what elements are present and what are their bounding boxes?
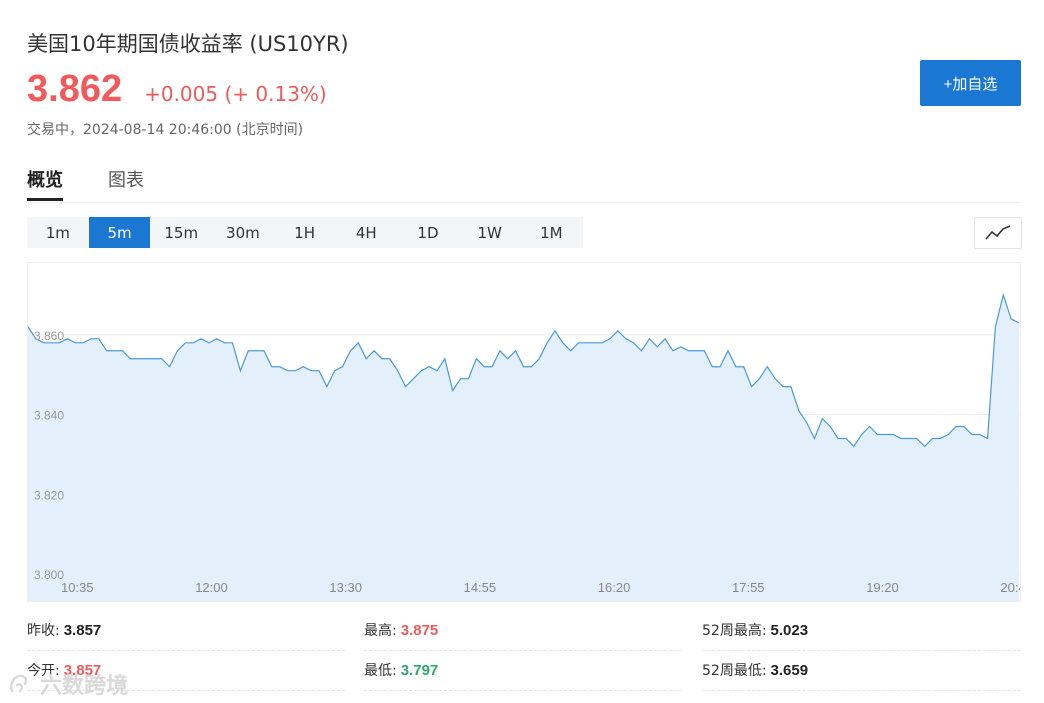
x-tick-label: 12:00	[195, 580, 228, 595]
stat-prev-close: 昨收: 3.857	[27, 620, 101, 640]
y-tick-label: 3.840	[34, 409, 64, 423]
stat-high-label: 最高:	[364, 623, 397, 639]
stat-low52-value: 3.659	[770, 661, 809, 679]
y-tick-label: 3.820	[34, 488, 64, 502]
stat-low52-label: 52周最低:	[702, 663, 767, 679]
line-chart-icon	[985, 225, 1011, 240]
page-title: 美国10年期国债收益率 (US10YR)	[27, 32, 349, 56]
stat-low52: 52周最低: 3.659	[702, 660, 808, 680]
x-tick-label: 10:35	[61, 580, 94, 595]
price-chart-svg: 3.800 3.820 3.840 3.860 10:35 12:00 13:30 14:5…	[27, 292, 1026, 601]
interval-1mo[interactable]: 1M	[521, 217, 583, 248]
divider	[702, 650, 1021, 651]
interval-1m[interactable]: 1m	[27, 217, 89, 248]
x-tick-label: 16:20	[598, 580, 631, 595]
x-tick-label: 20:4	[1000, 580, 1020, 595]
watermark-logo-icon	[10, 674, 28, 693]
stat-prev-close-label: 昨收:	[27, 623, 60, 639]
stat-low-label: 最低:	[364, 663, 397, 679]
price-chart: 3.800 3.820 3.840 3.860 10:35 12:00 13:30 14:5…	[27, 262, 1026, 602]
interval-1h[interactable]: 1H	[274, 217, 336, 248]
stat-low-value: 3.797	[400, 661, 439, 679]
interval-30m[interactable]: 30m	[212, 217, 274, 248]
price-row: 3.862 +0.005 (+ 0.13%)	[27, 68, 327, 111]
interval-selector: 1m 5m 15m 30m 1H 4H 1D 1W 1M	[27, 217, 583, 248]
chart-type-button[interactable]	[974, 217, 1022, 249]
interval-1w[interactable]: 1W	[459, 217, 521, 248]
watermark-text: 六数跨境	[40, 674, 129, 699]
divider	[702, 690, 1021, 691]
x-tick-label: 17:55	[732, 580, 765, 595]
interval-4h[interactable]: 4H	[335, 217, 397, 248]
trading-status: 交易中，2024-08-14 20:46:00 (北京时间)	[27, 122, 304, 138]
divider	[364, 650, 682, 651]
stat-high-value: 3.875	[400, 621, 439, 639]
interval-15m[interactable]: 15m	[150, 217, 212, 248]
tab-overview[interactable]: 概览	[27, 166, 63, 192]
interval-1d[interactable]: 1D	[397, 217, 459, 248]
divider	[364, 690, 682, 691]
add-watchlist-button[interactable]: +加自选	[920, 60, 1021, 106]
x-tick-label: 19:20	[866, 580, 899, 595]
watermark: 六数跨境	[8, 668, 128, 700]
y-tick-label: 3.800	[34, 568, 64, 582]
tab-bar: 概览 图表	[27, 158, 1021, 203]
stat-low: 最低: 3.797	[364, 660, 438, 680]
divider	[27, 650, 345, 651]
price-change: +0.005 (+ 0.13%)	[144, 82, 327, 106]
stat-high52: 52周最高: 5.023	[702, 620, 808, 640]
x-tick-label: 14:55	[464, 580, 497, 595]
stat-high52-label: 52周最高:	[702, 623, 767, 639]
interval-5m[interactable]: 5m	[88, 217, 151, 248]
tab-chart[interactable]: 图表	[108, 166, 144, 192]
stat-high: 最高: 3.875	[364, 620, 438, 640]
y-tick-label: 3.860	[34, 329, 64, 343]
x-tick-label: 13:30	[329, 580, 362, 595]
current-price: 3.862	[27, 68, 123, 110]
tab-active-indicator	[27, 198, 63, 201]
stat-prev-close-value: 3.857	[63, 621, 102, 639]
chart-area-fill	[28, 294, 1019, 601]
stat-high52-value: 5.023	[770, 621, 809, 639]
